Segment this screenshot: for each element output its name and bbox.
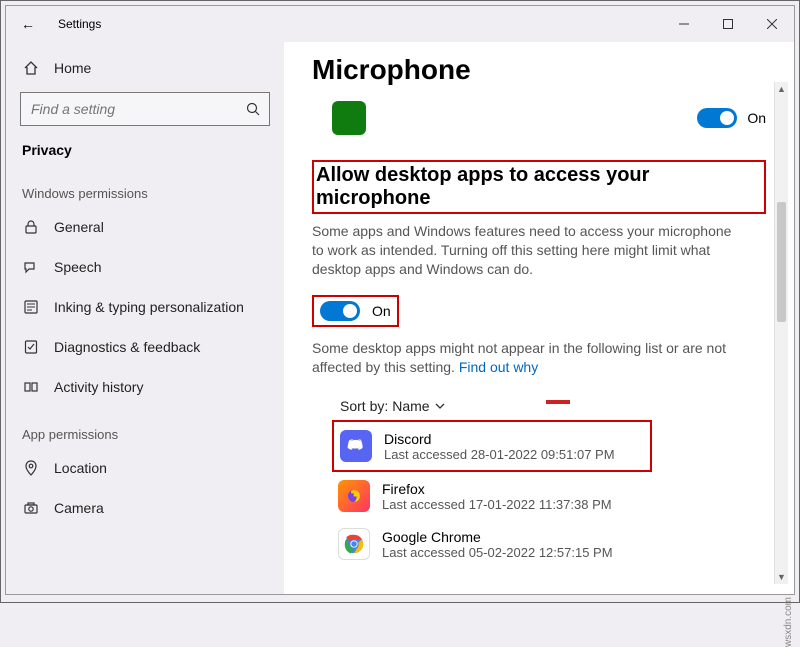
lock-icon (22, 219, 40, 235)
scroll-down-icon[interactable]: ▼ (775, 572, 788, 582)
chevron-down-icon (434, 400, 446, 412)
sidebar-item-label: Speech (54, 259, 101, 275)
app-meta: Last accessed 05-02-2022 12:57:15 PM (382, 545, 613, 560)
prev-app-toggle[interactable] (697, 108, 737, 128)
app-item-chrome[interactable]: Google Chrome Last accessed 05-02-2022 1… (332, 520, 766, 568)
find-out-why-link[interactable]: Find out why (459, 359, 538, 375)
titlebar: ← Settings (6, 6, 794, 42)
sidebar: Home Privacy Windows permissions General… (6, 42, 284, 594)
main-panel: Microphone On Allow desktop apps to acce… (284, 42, 794, 594)
sidebar-item-activity[interactable]: Activity history (6, 367, 284, 407)
sidebar-item-inking[interactable]: Inking & typing personalization (6, 287, 284, 327)
sidebar-item-label: Diagnostics & feedback (54, 339, 200, 355)
app-meta: Last accessed 17-01-2022 11:37:38 PM (382, 497, 612, 512)
sidebar-group-windows-permissions: Windows permissions (6, 166, 284, 207)
note-text: Some desktop apps might not appear in th… (312, 339, 732, 377)
sidebar-item-speech[interactable]: Speech (6, 247, 284, 287)
maximize-button[interactable] (706, 9, 750, 39)
sidebar-item-diagnostics[interactable]: Diagnostics & feedback (6, 327, 284, 367)
section-description: Some apps and Windows features need to a… (312, 222, 732, 279)
search-field[interactable] (31, 101, 245, 117)
toggle-label: On (372, 303, 391, 319)
camera-icon (22, 500, 40, 516)
annotation-mark (546, 400, 570, 404)
scroll-thumb[interactable] (777, 202, 786, 322)
desktop-apps-toggle[interactable] (320, 301, 360, 321)
search-icon (245, 101, 261, 117)
app-item-firefox[interactable]: Firefox Last accessed 17-01-2022 11:37:3… (332, 472, 766, 520)
home-icon (22, 60, 40, 76)
prev-app-row: On (332, 100, 766, 136)
sidebar-item-label: General (54, 219, 104, 235)
scroll-up-icon[interactable]: ▲ (775, 84, 788, 94)
sidebar-item-general[interactable]: General (6, 207, 284, 247)
sidebar-item-home[interactable]: Home (6, 48, 284, 88)
diagnostics-icon (22, 339, 40, 355)
app-name: Google Chrome (382, 529, 613, 545)
sidebar-item-label: Location (54, 460, 107, 476)
app-icon-xbox (332, 101, 366, 135)
app-meta: Last accessed 28-01-2022 09:51:07 PM (384, 447, 615, 462)
firefox-icon (338, 480, 370, 512)
search-input[interactable] (20, 92, 270, 126)
speech-icon (22, 259, 40, 275)
location-icon (22, 460, 40, 476)
sidebar-group-app-permissions: App permissions (6, 407, 284, 448)
section-heading: Allow desktop apps to access your microp… (312, 160, 766, 214)
chrome-icon (338, 528, 370, 560)
scrollbar[interactable]: ▲ ▼ (774, 82, 788, 584)
discord-icon (340, 430, 372, 462)
sidebar-item-location[interactable]: Location (6, 448, 284, 488)
sidebar-item-camera[interactable]: Camera (6, 488, 284, 528)
sidebar-item-label: Camera (54, 500, 104, 516)
inking-icon (22, 299, 40, 315)
sidebar-item-label: Inking & typing personalization (54, 299, 244, 315)
watermark: wsxdn.com (783, 597, 794, 647)
minimize-button[interactable] (662, 9, 706, 39)
sidebar-category: Privacy (6, 134, 284, 166)
app-item-discord[interactable]: Discord Last accessed 28-01-2022 09:51:0… (332, 420, 652, 472)
app-name: Discord (384, 431, 615, 447)
page-title: Microphone (312, 54, 766, 86)
activity-icon (22, 379, 40, 395)
back-button[interactable]: ← (16, 16, 40, 32)
close-button[interactable] (750, 9, 794, 39)
app-name: Firefox (382, 481, 612, 497)
prev-app-toggle-label: On (747, 110, 766, 126)
sidebar-item-label: Home (54, 60, 91, 76)
desktop-apps-toggle-row: On (312, 295, 399, 327)
sidebar-item-label: Activity history (54, 379, 143, 395)
window-title: Settings (58, 17, 101, 31)
